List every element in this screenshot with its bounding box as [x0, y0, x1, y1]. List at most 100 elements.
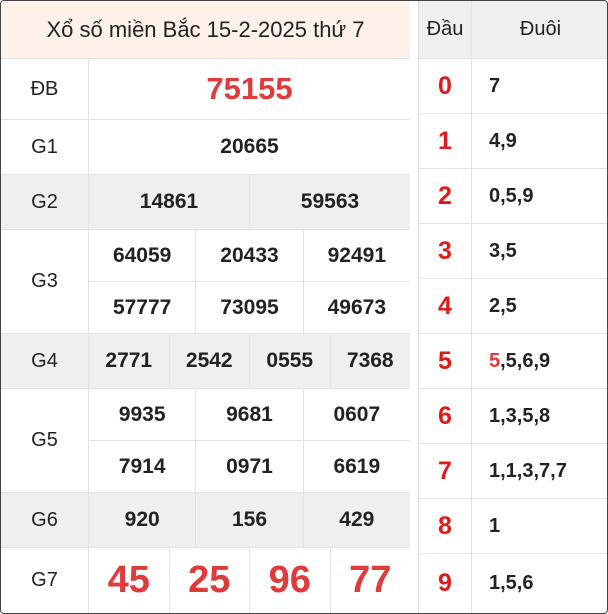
loto-head-cell: 5: [419, 334, 472, 388]
page-title: Xổ số miền Bắc 15-2-2025 thứ 7: [1, 1, 410, 59]
loto-tail-cell: 2,5: [472, 279, 607, 333]
prize-number: 64059: [89, 230, 197, 281]
loto-tail-cell: 1,3,5,8: [472, 389, 607, 443]
loto-tail-digits: 1,3,5,8: [489, 404, 551, 427]
prize-label: G7: [1, 548, 89, 613]
prize-number: 20665: [220, 135, 279, 158]
loto-head-digit: 4: [438, 291, 452, 320]
loto-tail-digits: 1,5,6: [489, 572, 534, 594]
prize-number: 45: [89, 548, 170, 613]
loto-row: 81: [419, 499, 607, 554]
prize-number: 0971: [196, 441, 304, 492]
prize-number: 6619: [333, 454, 381, 478]
loto-tail-cell: 5,5,6,9: [472, 334, 607, 388]
loto-tail-cell: 0,5,9: [472, 169, 607, 223]
prize-number: 156: [196, 493, 304, 547]
results-frame: Xổ số miền Bắc 15-2-2025 thứ 7 ĐB 75155 …: [0, 0, 608, 614]
loto-head-digit: 8: [438, 511, 452, 540]
loto-head-digit: 5: [438, 346, 452, 375]
prize-label: G4: [1, 334, 89, 388]
prize-label: G2: [1, 175, 89, 229]
prize-row-g4: G4 2771 2542 0555 7368: [1, 334, 410, 389]
loto-row: 3 3,5: [419, 224, 607, 279]
loto-tail-cell: 1: [472, 499, 607, 553]
loto-row: 7 1,1,3,7,7: [419, 444, 607, 499]
loto-row: 5 5,5,6,9: [419, 334, 607, 389]
prize-number: 9935: [89, 389, 197, 440]
prize-label: G1: [1, 120, 89, 174]
loto-row: 2 0,5,9: [419, 169, 607, 224]
prize-row-g5: G5 9935 9681 0607 7914 0971 6619: [1, 389, 410, 493]
loto-head-digit: 2: [438, 181, 452, 210]
loto-tail-cell: 7: [472, 59, 607, 113]
loto-row: 6 1,3,5,8: [419, 389, 607, 444]
head-column-label: Đầu: [419, 1, 472, 58]
prize-number: 2542: [170, 334, 250, 388]
loto-tail-digits: 3,5: [489, 239, 517, 262]
prize-row-g6: G6 920 156 429: [1, 493, 410, 548]
loto-row: 07: [419, 59, 607, 114]
prize-number: 20433: [196, 230, 304, 281]
prize-row-g7: G7 45 25 96 77: [1, 548, 410, 613]
prize-number: 92491: [327, 243, 387, 267]
loto-head-digit: 3: [438, 236, 452, 265]
loto-head-cell: 3: [419, 224, 472, 278]
loto-tail-highlight: 5: [489, 349, 501, 372]
loto-tail-digits: 1,1,3,7,7: [489, 459, 567, 482]
prize-number: 57777: [89, 282, 197, 333]
prize-label: G5: [1, 389, 89, 492]
loto-head-digit: 9: [438, 569, 452, 597]
loto-tail-cell: 4,9: [472, 114, 607, 168]
loto-head-cell: 4: [419, 279, 472, 333]
loto-tail-digits: 7: [489, 74, 501, 97]
loto-row: 4 2,5: [419, 279, 607, 334]
loto-tail-digits: 4,9: [489, 129, 517, 152]
loto-head-cell: 2: [419, 169, 472, 223]
prize-number: 59563: [300, 190, 360, 213]
prize-label: G3: [1, 230, 89, 333]
prize-number: 9681: [196, 389, 304, 440]
loto-head-cell: 7: [419, 444, 472, 498]
prize-row-g1: G1 20665: [1, 120, 410, 175]
loto-head-cell: 1: [419, 114, 472, 168]
loto-tail-cell: 1,1,3,7,7: [472, 444, 607, 498]
loto-head-cell: 6: [419, 389, 472, 443]
loto-tail-cell: 3,5: [472, 224, 607, 278]
prize-number: 49673: [327, 295, 387, 319]
prize-label: G6: [1, 493, 89, 547]
prize-number: 96: [250, 548, 331, 613]
tail-column-label: Đuôi: [519, 18, 562, 40]
prize-row-db: ĐB 75155: [1, 59, 410, 120]
prize-number: 0555: [250, 334, 331, 388]
loto-head-digit: 6: [438, 401, 452, 430]
prize-number: 429: [339, 508, 375, 531]
loto-tail-digits: 0,5,9: [489, 184, 534, 207]
prize-number: 7368: [346, 349, 394, 372]
prize-number: 73095: [196, 282, 304, 333]
loto-table: Đầu Đuôi 0 7 1 4,9 2 0,5,9 3 3,5 4 2,5 5 5,5,6,9 6 1,…: [418, 1, 607, 613]
prize-row-g2: G2 14861 59563: [1, 175, 410, 230]
loto-head-cell: 9: [419, 554, 472, 613]
prize-number: 920: [89, 493, 197, 547]
loto-row: 1 4,9: [419, 114, 607, 169]
loto-head-cell: 8: [419, 499, 472, 553]
loto-tail-cell: 1,5,6: [472, 554, 607, 613]
prize-number: 2771: [89, 334, 170, 388]
loto-head-digit: 7: [438, 456, 452, 485]
loto-head-cell: 0: [419, 59, 472, 113]
loto-tail-digits: 2,5: [489, 294, 517, 317]
prize-label: ĐB: [1, 59, 89, 119]
prize-number: 14861: [89, 175, 250, 229]
loto-head-digit: 1: [438, 126, 452, 155]
loto-row: 9 1,5,6: [419, 554, 607, 613]
special-prize-number: 75155: [206, 71, 293, 106]
prize-number: 7914: [89, 441, 197, 492]
loto-tail-digits: 1: [489, 514, 501, 537]
loto-header: Đầu Đuôi: [419, 1, 607, 59]
loto-head-digit: 0: [438, 71, 452, 100]
prize-number: 0607: [333, 402, 381, 426]
loto-tail-digits: ,5,6,9: [500, 349, 551, 372]
prize-table: Xổ số miền Bắc 15-2-2025 thứ 7 ĐB 75155 …: [1, 1, 410, 613]
prize-number: 77: [349, 559, 392, 601]
prize-number: 25: [170, 548, 250, 613]
